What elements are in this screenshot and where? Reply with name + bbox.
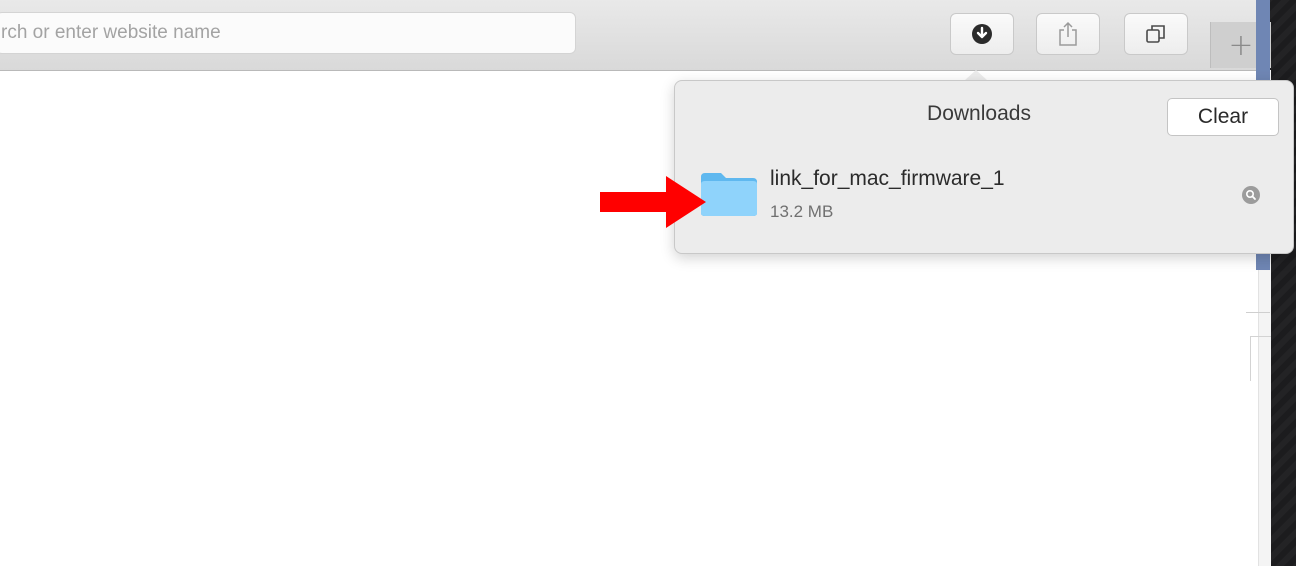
download-circle-icon bbox=[972, 24, 992, 44]
clear-button[interactable]: Clear bbox=[1167, 98, 1279, 136]
address-bar[interactable] bbox=[0, 12, 576, 54]
background-window-edge bbox=[1250, 336, 1271, 381]
folder-icon bbox=[701, 173, 757, 216]
share-icon bbox=[1059, 21, 1077, 46]
share-button[interactable] bbox=[1036, 13, 1100, 55]
tab-overview-icon bbox=[1146, 25, 1165, 43]
download-size: 13.2 MB bbox=[770, 202, 834, 221]
tab-overview-button[interactable] bbox=[1124, 13, 1188, 55]
downloads-popover: Downloads Clear link_for_mac_firmware_1 … bbox=[674, 80, 1294, 254]
download-filename: link_for_mac_firmware_1 bbox=[770, 167, 1005, 190]
browser-toolbar: + bbox=[0, 0, 1271, 71]
address-input[interactable] bbox=[0, 13, 575, 53]
magnifier-icon[interactable] bbox=[1241, 185, 1261, 205]
annotation-arrow bbox=[600, 176, 706, 228]
divider bbox=[1246, 312, 1270, 313]
downloads-button[interactable] bbox=[950, 13, 1014, 55]
download-item[interactable]: link_for_mac_firmware_1 13.2 MB bbox=[695, 161, 1275, 231]
